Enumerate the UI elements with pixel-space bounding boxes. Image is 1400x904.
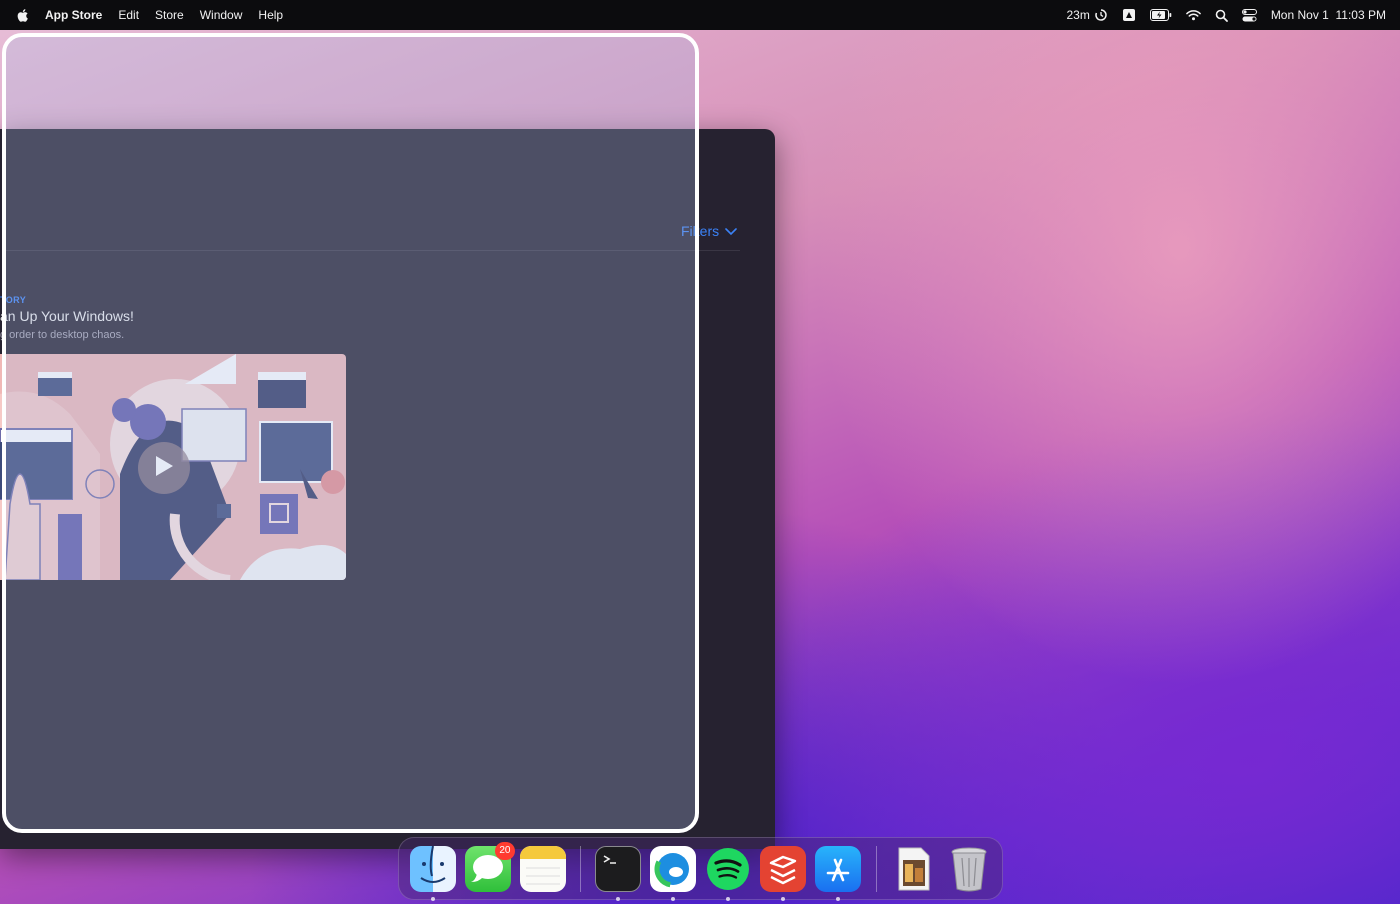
dock-item-spotify[interactable] xyxy=(705,846,751,901)
running-indicator xyxy=(616,896,620,901)
finder-icon xyxy=(419,845,446,883)
dock-item-edge[interactable] xyxy=(650,845,696,901)
running-indicator xyxy=(726,896,730,901)
notes-icon xyxy=(519,845,566,884)
chevron-down-icon xyxy=(725,223,737,239)
menu-store[interactable]: Store xyxy=(155,8,184,22)
running-indicator xyxy=(430,896,435,901)
menu-window[interactable]: Window xyxy=(200,8,243,22)
battery-icon[interactable] xyxy=(1149,9,1172,21)
timer-status[interactable]: 23m xyxy=(1066,8,1107,22)
dock-item-messages[interactable]: 20 xyxy=(464,841,515,892)
dock-item-trash[interactable] xyxy=(946,846,992,892)
menubar-clock[interactable]: Mon Nov 1 11:03 PM xyxy=(1271,8,1386,22)
window-snap-preview xyxy=(2,33,699,833)
apple-menu-icon[interactable] xyxy=(16,8,31,23)
menubar-date: Mon Nov 1 xyxy=(1270,8,1329,22)
menu-bar: App Store Edit Store Window Help 23m Mon… xyxy=(0,0,1400,30)
dock: 20 xyxy=(398,837,1003,901)
menu-edit[interactable]: Edit xyxy=(118,8,139,22)
dock-separator xyxy=(580,845,581,892)
edge-icon xyxy=(654,850,692,887)
document-icon xyxy=(898,847,929,890)
dock-separator xyxy=(875,845,876,892)
timer-icon xyxy=(1094,8,1108,22)
menu-app-name[interactable]: App Store xyxy=(45,8,102,22)
todoist-icon xyxy=(769,855,797,884)
menu-help[interactable]: Help xyxy=(258,8,283,22)
menubar-time: 11:03 PM xyxy=(1335,8,1386,22)
messages-badge: 20 xyxy=(495,841,515,860)
dock-item-app-store[interactable] xyxy=(815,845,861,901)
wifi-icon[interactable] xyxy=(1186,9,1201,21)
running-indicator xyxy=(781,896,785,901)
app-store-icon xyxy=(826,858,850,881)
timer-label: 23m xyxy=(1066,8,1090,22)
running-indicator xyxy=(836,896,840,901)
dock-item-document[interactable] xyxy=(891,846,937,892)
dock-item-terminal[interactable] xyxy=(595,845,641,901)
spotify-icon xyxy=(707,847,749,890)
dock-item-finder[interactable] xyxy=(409,845,456,901)
running-indicator xyxy=(671,896,675,901)
spotlight-search-icon[interactable] xyxy=(1215,9,1228,22)
dock-item-todoist[interactable] xyxy=(760,845,806,901)
control-center-icon[interactable] xyxy=(1241,8,1257,22)
drive-icon[interactable] xyxy=(1122,8,1136,22)
trash-icon xyxy=(951,847,986,891)
dock-item-notes[interactable] xyxy=(519,845,566,892)
terminal-icon xyxy=(603,854,616,864)
